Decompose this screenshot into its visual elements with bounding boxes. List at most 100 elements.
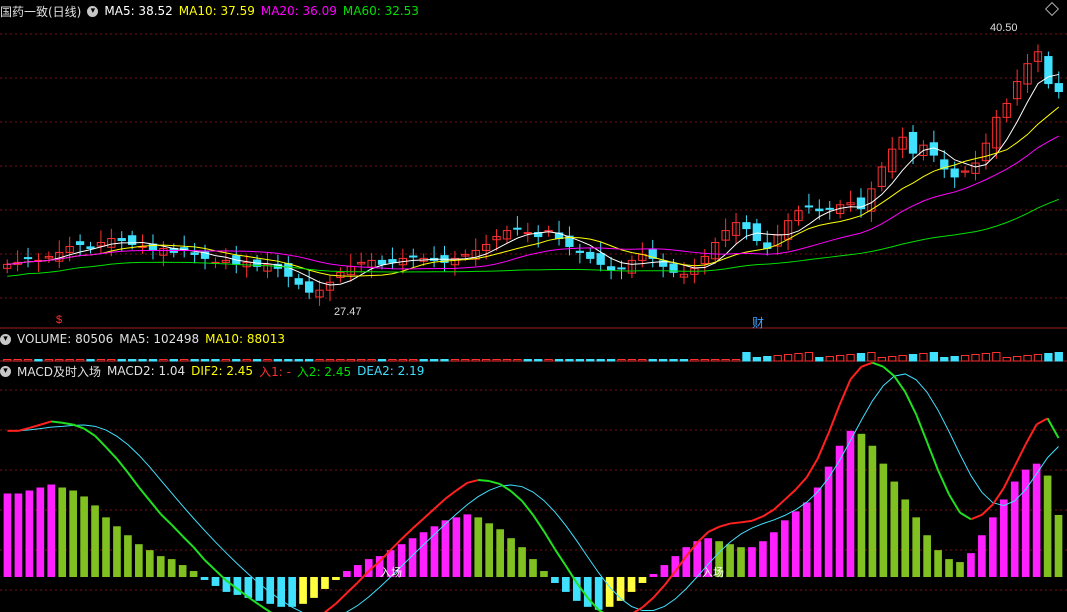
- settings-icon[interactable]: ▾: [0, 333, 11, 345]
- macd-hist-bar: [441, 520, 450, 577]
- volume-bar: [888, 356, 897, 362]
- macd-hist-bar: [178, 565, 187, 577]
- dif-line-segment: [467, 479, 479, 484]
- volume-ma10: MA10: 88013: [205, 332, 286, 346]
- dif-line-segment: [170, 524, 184, 537]
- dif-line-segment: [707, 525, 720, 533]
- macd-hist-bar: [879, 463, 888, 577]
- volume-header: ▾ VOLUME: 80506 MA5: 102498 MA10: 88013: [0, 330, 285, 348]
- candle-body: [377, 259, 387, 265]
- volume-bar: [1054, 352, 1063, 362]
- volume-bar: [159, 359, 168, 362]
- volume-bar: [96, 359, 106, 362]
- dif-line-segment: [478, 479, 490, 483]
- volume-bar: [690, 359, 699, 362]
- stock-title[interactable]: 国药一致(日线): [0, 3, 81, 20]
- dividend-marker[interactable]: $: [56, 314, 62, 326]
- volume-bar: [731, 359, 741, 362]
- candle-body: [388, 259, 397, 263]
- volume-ma5: MA5: 102498: [119, 332, 200, 346]
- dif-line-segment: [346, 581, 359, 594]
- volume-bar: [981, 353, 991, 362]
- candle-body: [523, 232, 532, 235]
- volume-bar: [908, 354, 918, 362]
- macd-hist-bar: [518, 547, 526, 577]
- dif-line-segment: [127, 472, 140, 488]
- dif-line-segment: [838, 378, 852, 406]
- settings-icon[interactable]: ▾: [0, 365, 11, 377]
- macd-hist-bar: [14, 493, 23, 577]
- macd-hist-bar: [726, 544, 734, 577]
- ma10-line: [7, 106, 1060, 277]
- volume-bar: [86, 359, 95, 362]
- volume-bar: [315, 359, 324, 362]
- macd-hist-bar: [332, 577, 340, 580]
- volume-bar: [846, 354, 855, 362]
- macd-hist-bar: [3, 493, 12, 577]
- dif-line-segment: [970, 513, 983, 521]
- dif-line-segment: [488, 480, 501, 485]
- volume-bar: [13, 359, 22, 362]
- volume-bar: [75, 359, 85, 362]
- candle-body: [409, 255, 418, 258]
- finance-marker[interactable]: 财: [752, 314, 764, 331]
- macd-hist-bar: [463, 514, 472, 577]
- dif-line-segment: [335, 592, 348, 605]
- macd-hist-bar: [211, 577, 220, 586]
- candle-body: [190, 252, 199, 255]
- volume-bar: [627, 359, 637, 362]
- volume-value: VOLUME: 80506: [17, 332, 114, 346]
- dif-line-segment: [181, 535, 195, 548]
- macd-hist-bar: [452, 517, 461, 577]
- dif-line-segment: [324, 602, 337, 612]
- volume-bar: [461, 359, 470, 362]
- macd-hist-bar: [660, 565, 669, 577]
- volume-bar: [180, 359, 189, 362]
- volume-bar: [856, 353, 866, 362]
- volume-bar: [325, 359, 335, 362]
- candle-body: [950, 168, 959, 178]
- candle-body: [617, 267, 626, 270]
- volume-bar: [34, 359, 43, 362]
- volume-bar: [502, 359, 512, 362]
- volume-bar: [752, 357, 761, 362]
- volume-bar: [346, 359, 355, 362]
- macd-hist-bar: [989, 517, 997, 577]
- settings-icon[interactable]: ▾: [87, 5, 99, 17]
- dif-line-segment: [882, 365, 895, 377]
- volume-bar: [138, 359, 147, 362]
- volume-bar: [596, 359, 605, 362]
- dif-line-segment: [762, 508, 775, 518]
- macd-hist-bar: [419, 532, 428, 577]
- macd-hist-bar: [36, 487, 45, 577]
- dif-line-segment: [192, 546, 206, 561]
- macd-hist-bar: [967, 553, 975, 577]
- dif-line-segment: [729, 521, 742, 525]
- macd-hist-bar: [255, 577, 264, 601]
- candle-body: [513, 227, 522, 230]
- macd-title[interactable]: MACD及时入场: [17, 363, 101, 380]
- volume-bar: [429, 359, 439, 362]
- candle-body: [575, 250, 584, 253]
- volume-bar: [3, 359, 12, 362]
- volume-bar: [804, 352, 814, 362]
- candle-body: [305, 281, 314, 293]
- volume-bar: [659, 359, 668, 362]
- macd-hist-bar: [124, 535, 132, 577]
- volume-bar: [565, 359, 574, 362]
- candle-body: [117, 238, 126, 242]
- dif-line-segment: [1024, 423, 1038, 445]
- macd-hist-bar: [145, 550, 154, 577]
- macd-hist-bar: [47, 484, 56, 577]
- candle-body: [284, 263, 293, 277]
- dif-line-segment: [861, 361, 873, 368]
- macd-hist-bar: [1054, 514, 1063, 577]
- dif-line-segment: [784, 488, 797, 501]
- volume-bar: [190, 359, 199, 362]
- volume-bar: [763, 356, 772, 362]
- dif-line-segment: [1036, 417, 1049, 426]
- volume-bar: [252, 359, 262, 362]
- candle-body: [75, 241, 85, 245]
- macd-header: ▾ MACD及时入场 MACD2: 1.04 DIF2: 2.45 入1: - …: [0, 362, 424, 380]
- dif-line-segment: [258, 604, 271, 612]
